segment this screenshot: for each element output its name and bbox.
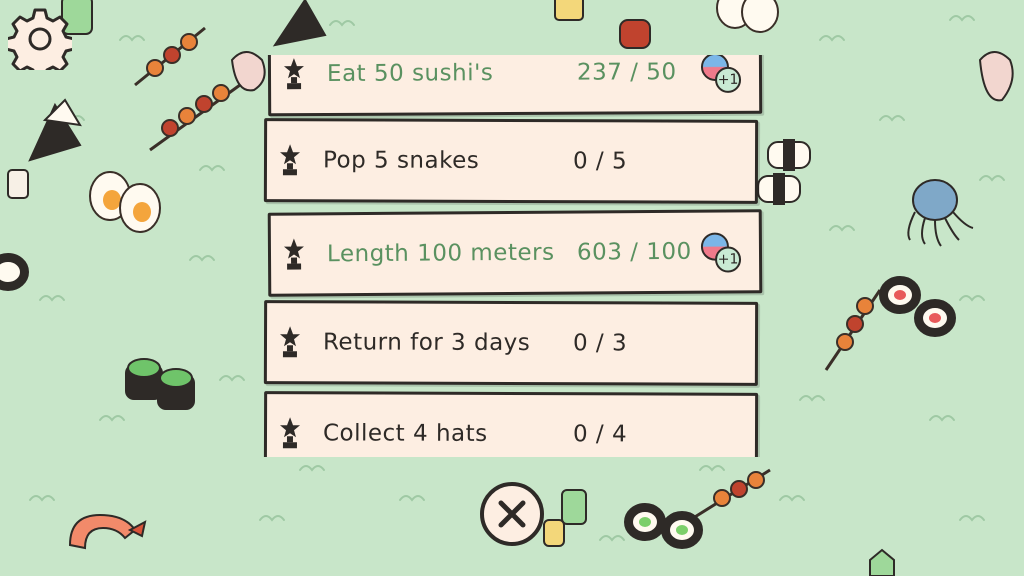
gem-reward-icon: +1 — [700, 55, 742, 97]
trophy-icon — [280, 417, 301, 449]
trophy-icon — [280, 144, 301, 176]
quest-progress: 0 / 4 — [572, 421, 628, 448]
trophy-icon — [280, 326, 301, 358]
quest-card-return-days: Return for 3 days 0 / 3 — [263, 300, 759, 386]
close-button[interactable] — [480, 482, 544, 546]
quest-card-eat-sushi: Eat 50 sushi's 237 / 50 +1 — [267, 55, 763, 117]
close-icon — [498, 500, 526, 528]
quest-progress: 237 / 50 — [576, 59, 677, 86]
gear-icon — [4, 8, 76, 80]
quest-card-length: Length 100 meters 603 / 100 +1 — [267, 209, 763, 297]
quest-label: Return for 3 days — [322, 329, 531, 357]
quest-progress: 603 / 100 — [576, 238, 692, 266]
quest-label: Pop 5 snakes — [322, 147, 480, 174]
settings-button[interactable] — [4, 6, 76, 80]
quest-progress: 0 / 3 — [572, 330, 628, 357]
gem-reward-icon: +1 — [700, 232, 742, 276]
quest-label: Eat 50 sushi's — [326, 60, 494, 87]
quest-label: Length 100 meters — [326, 239, 555, 268]
quest-card-pop-snakes: Pop 5 snakes 0 / 5 — [263, 118, 759, 204]
reward-count: +1 — [714, 246, 742, 273]
reward-count: +1 — [714, 66, 742, 93]
quest-label: Collect 4 hats — [322, 420, 488, 447]
trophy-icon — [283, 238, 304, 270]
trophy-icon — [283, 58, 304, 90]
quest-progress: 0 / 5 — [572, 148, 628, 175]
quest-list[interactable]: Eat 50 sushi's 237 / 50 +1 Pop 5 snakes … — [262, 55, 768, 457]
quest-card-collect-hats: Collect 4 hats 0 / 4 — [263, 391, 759, 457]
